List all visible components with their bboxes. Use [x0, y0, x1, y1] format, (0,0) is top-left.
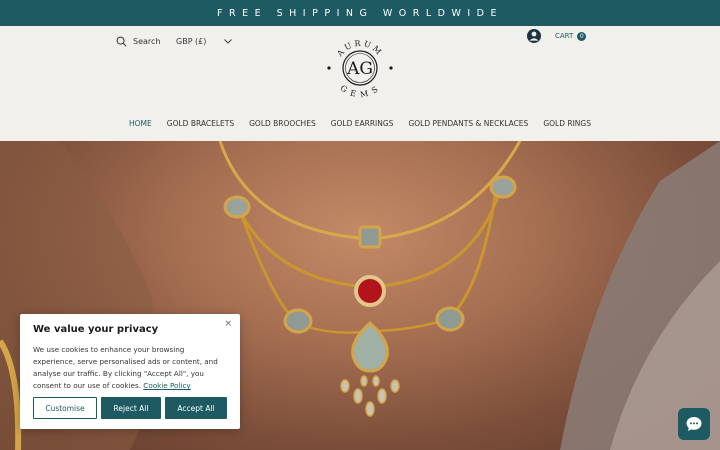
chevron-down-icon [224, 38, 232, 44]
promo-bar: FREE SHIPPING WORLDWIDE [0, 0, 720, 26]
cookie-actions: Customise Reject All Accept All [33, 397, 227, 419]
main-nav: HOME GOLD BRACELETS GOLD BROOCHES GOLD E… [0, 119, 720, 128]
site-header: Search GBP (£) AURUM GEMS AG CART 0 HOME… [0, 26, 720, 141]
nav-item-gold-bracelets[interactable]: GOLD BRACELETS [159, 119, 241, 128]
cookie-title: We value your privacy [33, 324, 159, 335]
promo-text: FREE SHIPPING WORLDWIDE [217, 7, 503, 19]
svg-text:GEMS: GEMS [338, 83, 381, 99]
logo-monogram: AG [346, 59, 373, 79]
reject-all-button[interactable]: Reject All [101, 397, 161, 419]
nav-item-gold-rings[interactable]: GOLD RINGS [536, 119, 599, 128]
nav-item-gold-earrings[interactable]: GOLD EARRINGS [323, 119, 401, 128]
cart-label: CART [555, 32, 574, 40]
search-icon [116, 36, 127, 46]
cart-button[interactable]: CART 0 [555, 31, 587, 41]
cookie-banner: × We value your privacy We use cookies t… [20, 314, 240, 429]
nav-item-gold-brooches[interactable]: GOLD BROOCHES [242, 119, 324, 128]
cart-count-badge: 0 [577, 31, 587, 41]
search-button[interactable]: Search [116, 31, 160, 51]
nav-item-gold-pendants-necklaces[interactable]: GOLD PENDANTS & NECKLACES [401, 119, 536, 128]
cookie-body: We use cookies to enhance your browsing … [33, 344, 227, 392]
logo-bottom-text: GEMS [338, 83, 379, 99]
customise-button[interactable]: Customise [33, 397, 97, 419]
nav-item-home[interactable]: HOME [122, 119, 160, 128]
accept-all-button[interactable]: Accept All [165, 397, 227, 419]
chat-icon [686, 417, 702, 431]
svg-text:AURUM: AURUM [335, 39, 385, 59]
logo-top-text: AURUM [335, 39, 383, 59]
currency-value: GBP (£) [176, 36, 207, 46]
account-button[interactable] [526, 28, 542, 44]
close-icon[interactable]: × [224, 319, 232, 329]
currency-select[interactable]: GBP (£) [176, 31, 232, 51]
user-icon [527, 29, 541, 43]
cookie-policy-link[interactable]: Cookie Policy [143, 381, 190, 390]
logo[interactable]: AURUM GEMS AG [324, 32, 396, 104]
chat-button[interactable] [678, 408, 710, 440]
search-label: Search [133, 36, 161, 46]
